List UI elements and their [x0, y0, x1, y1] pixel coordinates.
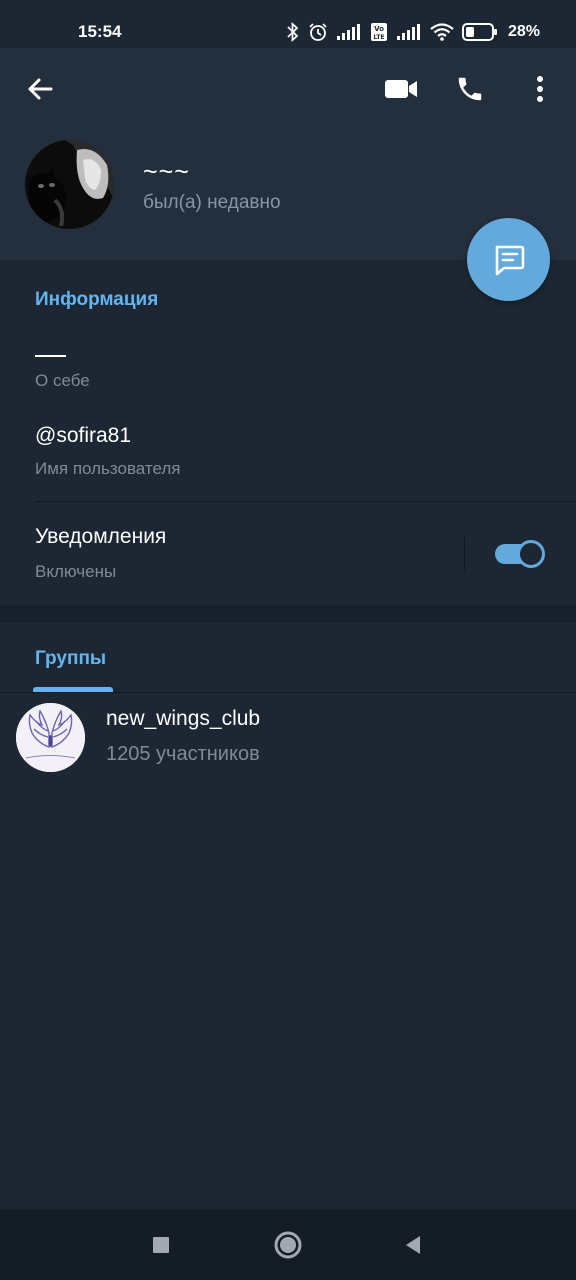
notifications-status: Включены [35, 562, 117, 581]
tab-groups[interactable]: Группы [33, 623, 113, 692]
groups-section: Группы new_wings_club 1205 участников [0, 623, 576, 1210]
divider [35, 501, 576, 502]
svg-text:Vo: Vo [374, 25, 384, 33]
phone-icon [458, 77, 482, 101]
group-name: new_wings_club [106, 707, 261, 730]
about-empty-marker [35, 355, 66, 357]
svg-text:LTE: LTE [373, 34, 384, 41]
profile-status: был(а) недавно [143, 192, 281, 213]
username-label: Имя пользователя [35, 459, 181, 478]
battery-icon [461, 23, 497, 41]
signal-icon [396, 24, 420, 40]
circle-icon [274, 1231, 302, 1259]
vertical-separator [464, 537, 465, 570]
profile-name: ~~~ [143, 158, 190, 186]
square-icon [153, 1237, 169, 1253]
video-call-button[interactable] [377, 65, 425, 113]
video-camera-icon [385, 80, 417, 98]
triangle-back-icon [406, 1236, 420, 1254]
wifi-icon [430, 23, 454, 41]
status-time: 15:54 [78, 22, 122, 41]
volte-icon: Vo LTE [370, 23, 387, 41]
info-section: Информация О себе @sofira81 Имя пользова… [0, 260, 576, 605]
message-icon [495, 245, 524, 275]
back-button[interactable] [16, 65, 64, 113]
wings-logo-icon [16, 703, 85, 772]
group-avatar [16, 703, 85, 772]
status-icons: Vo LTE 28% [286, 19, 540, 45]
arrow-left-icon [28, 78, 53, 100]
section-gap [0, 605, 576, 623]
avatar-image [25, 140, 114, 229]
bluetooth-icon [287, 22, 299, 42]
username-value[interactable]: @sofira81 [35, 424, 131, 448]
home-button[interactable] [273, 1230, 303, 1260]
signal-icon [336, 24, 360, 40]
profile-avatar[interactable] [25, 140, 114, 229]
recent-apps-button[interactable] [146, 1230, 176, 1260]
call-button[interactable] [446, 65, 494, 113]
more-options-button[interactable] [516, 65, 564, 113]
notifications-title[interactable]: Уведомления [35, 525, 166, 549]
group-members-count: 1205 участников [106, 743, 260, 765]
toggle-knob [517, 540, 545, 568]
battery-percent: 28% [507, 23, 540, 40]
send-message-button[interactable] [467, 218, 550, 301]
about-label: О себе [35, 371, 90, 390]
tab-groups-label: Группы [35, 648, 107, 669]
more-vertical-icon [537, 76, 543, 102]
group-list-item[interactable]: new_wings_club 1205 участников [0, 693, 576, 775]
status-bar: 15:54 Vo LTE 28% [0, 0, 576, 48]
system-nav-bar [0, 1210, 576, 1280]
notifications-toggle[interactable] [495, 539, 546, 569]
alarm-icon [309, 23, 327, 41]
nav-back-button[interactable] [398, 1230, 428, 1260]
info-section-title: Информация [35, 289, 159, 310]
